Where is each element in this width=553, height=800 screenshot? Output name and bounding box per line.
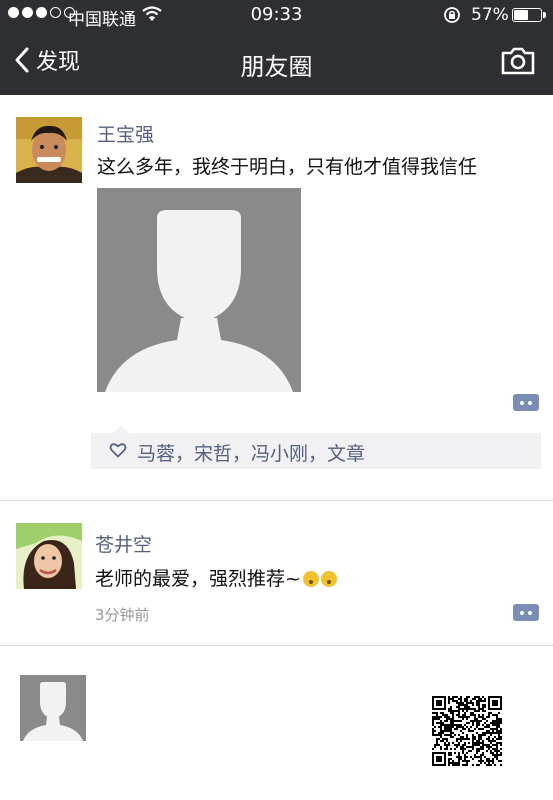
post-text: 这么多年，我终于明白，只有他才值得我信任 — [97, 156, 478, 178]
person-placeholder-icon — [20, 675, 86, 741]
post-author[interactable]: 苍井空 — [95, 530, 152, 557]
post-text-content: 老师的最爱，强烈推荐~ — [95, 568, 301, 590]
top-header: 中国联通 09:33 57% 发现 朋友圈 — [0, 0, 553, 95]
avatar[interactable] — [16, 117, 82, 183]
battery-icon — [512, 8, 542, 22]
post-image[interactable] — [97, 188, 301, 392]
nav-bar: 发现 朋友圈 — [0, 30, 553, 95]
avatar[interactable] — [20, 675, 86, 741]
page-title: 朋友圈 — [240, 53, 313, 81]
post-time: 3分钟前 — [95, 606, 150, 624]
emoji-icon — [320, 571, 337, 587]
likes-caret — [113, 425, 129, 433]
post-author[interactable]: 王宝强 — [97, 120, 154, 147]
person-placeholder-icon — [97, 188, 301, 392]
post-text: 老师的最爱，强烈推荐~ — [95, 564, 337, 591]
post-divider — [0, 500, 553, 501]
liked-by-list[interactable]: 马蓉，宋哲，冯小刚，文章 — [137, 439, 365, 466]
battery-percent: 57% — [471, 5, 509, 25]
post-divider — [0, 645, 553, 646]
rotation-lock-icon — [444, 7, 460, 23]
heart-icon — [109, 443, 127, 458]
status-bar: 中国联通 09:33 57% — [0, 0, 553, 30]
emoji-icon — [302, 571, 319, 587]
comment-icon[interactable] — [513, 394, 539, 411]
likes-panel: 马蓉，宋哲，冯小刚，文章 — [91, 425, 541, 469]
qr-code-icon — [430, 694, 504, 768]
battery-nub — [543, 12, 546, 18]
camera-icon[interactable] — [500, 46, 536, 76]
comment-icon[interactable] — [513, 604, 539, 621]
avatar[interactable] — [16, 523, 82, 589]
